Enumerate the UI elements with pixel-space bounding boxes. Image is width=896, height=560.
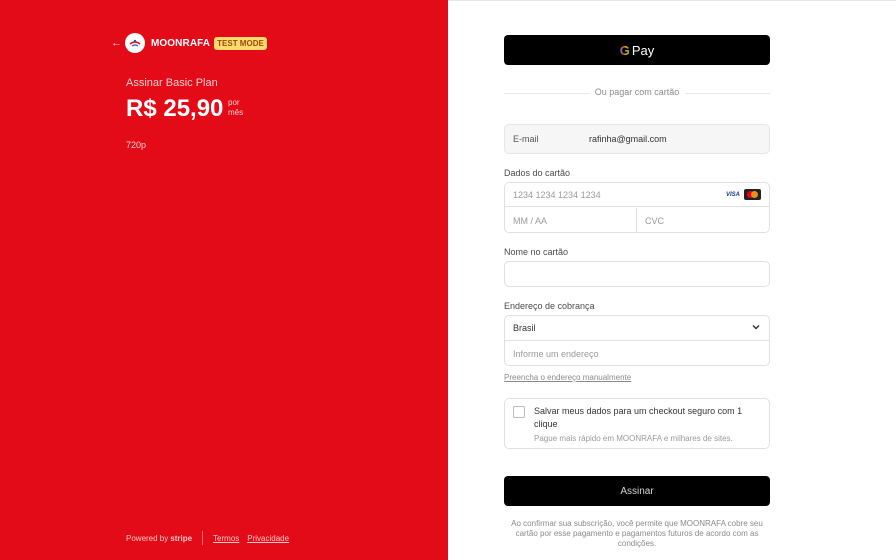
save-info-checkbox[interactable] bbox=[513, 406, 525, 418]
card-expiry-input[interactable]: MM / AA bbox=[505, 208, 637, 233]
card-brands: VISA bbox=[725, 189, 761, 200]
brand-header: ← MOONRAFA TEST MODE bbox=[111, 33, 267, 53]
billing-address-group: Brasil Informe um endereço bbox=[504, 315, 770, 366]
cvc-placeholder: CVC bbox=[645, 215, 665, 226]
footer-divider bbox=[202, 531, 204, 545]
order-summary-panel: ← MOONRAFA TEST MODE Assinar Basic Plan … bbox=[0, 0, 448, 560]
plan-label: Assinar Basic Plan bbox=[126, 77, 218, 89]
stripe-footer: Powered by stripe Termos Privacidade bbox=[126, 531, 297, 545]
divider-text: Ou pagar com cartão bbox=[588, 87, 686, 97]
payment-panel: G Pay Ou pagar com cartão E-mail rafinha… bbox=[448, 0, 896, 560]
email-value: rafinha@gmail.com bbox=[589, 134, 667, 144]
cardholder-name-label: Nome no cartão bbox=[504, 247, 569, 257]
powered-by-text[interactable]: Powered by bbox=[126, 534, 168, 543]
card-number-input[interactable]: 1234 1234 1234 1234 VISA bbox=[505, 183, 769, 207]
terms-text: Ao confirmar sua subscrição, você permit… bbox=[511, 519, 763, 548]
card-details-label: Dados do cartão bbox=[504, 168, 571, 178]
privacy-link[interactable]: Privacidade bbox=[247, 534, 289, 543]
country-select[interactable]: Brasil bbox=[505, 316, 769, 341]
billing-period: por mês bbox=[228, 98, 243, 118]
billing-address-label: Endereço de cobrança bbox=[504, 301, 595, 311]
arrow-left-icon[interactable]: ← bbox=[111, 37, 125, 49]
email-field[interactable]: E-mail rafinha@gmail.com bbox=[504, 124, 770, 154]
save-info-subtitle: Pague mais rápido em MOONRAFA e milhares… bbox=[534, 434, 733, 443]
terms-link[interactable]: Termos bbox=[213, 534, 239, 543]
google-pay-button[interactable]: G Pay bbox=[504, 35, 770, 65]
card-number-placeholder: 1234 1234 1234 1234 bbox=[513, 189, 601, 200]
period-line1: por bbox=[228, 98, 240, 107]
save-info-title[interactable]: Salvar meus dados para um checkout segur… bbox=[534, 405, 762, 431]
chevron-down-icon bbox=[752, 325, 760, 330]
stripe-logo[interactable]: stripe bbox=[170, 534, 192, 543]
address-placeholder: Informe um endereço bbox=[513, 349, 599, 359]
card-cvc-input[interactable]: CVC bbox=[637, 208, 769, 233]
country-value: Brasil bbox=[513, 323, 536, 333]
merchant-name[interactable]: MOONRAFA bbox=[151, 38, 210, 49]
subscribe-button[interactable]: Assinar bbox=[504, 476, 770, 506]
email-label: E-mail bbox=[513, 134, 539, 144]
cardholder-name-input[interactable] bbox=[504, 261, 770, 287]
plan-description: 720p bbox=[126, 140, 147, 150]
address-input[interactable]: Informe um endereço bbox=[505, 342, 769, 366]
plan-price: R$ 25,90 bbox=[126, 95, 224, 122]
google-g-icon: G bbox=[619, 42, 630, 58]
visa-icon: VISA bbox=[725, 191, 740, 198]
test-mode-badge: TEST MODE bbox=[214, 36, 267, 50]
mastercard-icon bbox=[744, 189, 761, 200]
period-line2: mês bbox=[228, 108, 244, 117]
merchant-logo bbox=[125, 33, 145, 53]
card-details-group: 1234 1234 1234 1234 VISA MM / AA CVC bbox=[504, 182, 770, 233]
or-pay-with-card-divider: Ou pagar com cartão bbox=[504, 87, 770, 99]
google-pay-label: Pay bbox=[631, 42, 655, 58]
moon-logo-icon bbox=[129, 39, 141, 47]
expiry-placeholder: MM / AA bbox=[513, 215, 548, 226]
manual-address-link[interactable]: Preencha o endereço manualmente bbox=[504, 373, 631, 382]
save-info-box: Salvar meus dados para um checkout segur… bbox=[504, 398, 770, 449]
